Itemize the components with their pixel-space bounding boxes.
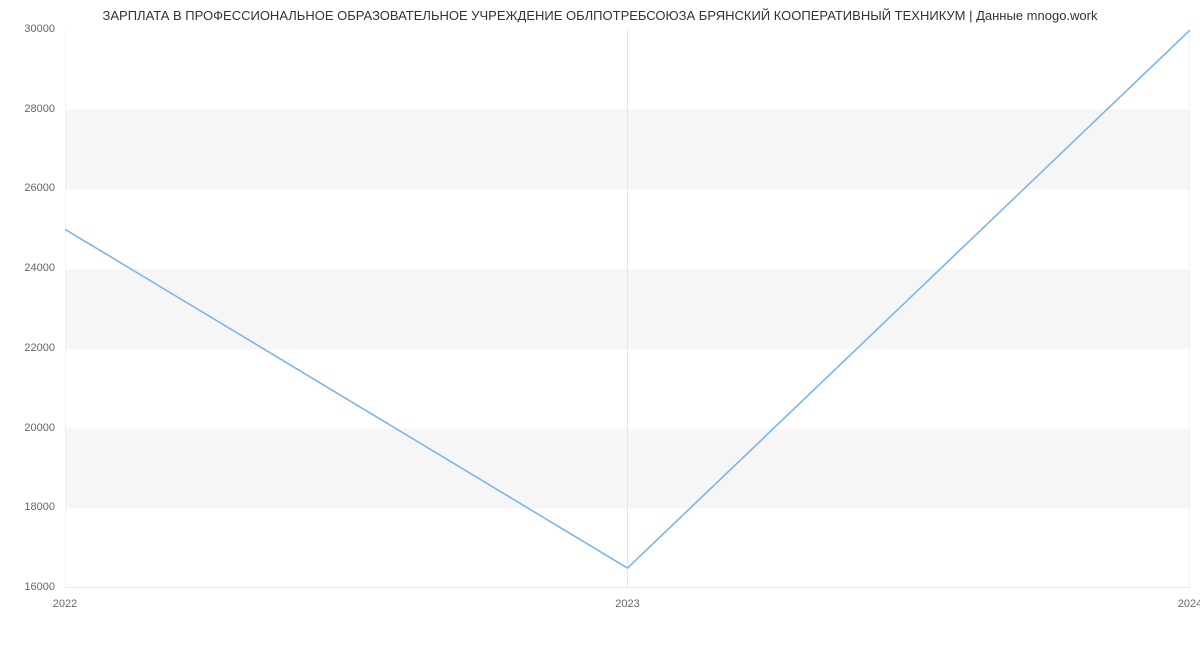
y-tick-label: 16000 (0, 581, 55, 593)
y-tick-label: 28000 (0, 103, 55, 115)
chart-title: ЗАРПЛАТА В ПРОФЕССИОНАЛЬНОЕ ОБРАЗОВАТЕЛЬ… (0, 8, 1200, 23)
plot-svg (65, 30, 1190, 588)
y-tick-label: 30000 (0, 23, 55, 35)
y-tick-label: 26000 (0, 182, 55, 194)
x-tick-label: 2024 (1178, 598, 1200, 610)
y-tick-label: 18000 (0, 501, 55, 513)
salary-line-chart: ЗАРПЛАТА В ПРОФЕССИОНАЛЬНОЕ ОБРАЗОВАТЕЛЬ… (0, 0, 1200, 620)
y-tick-label: 22000 (0, 342, 55, 354)
y-tick-label: 24000 (0, 262, 55, 274)
y-tick-label: 20000 (0, 422, 55, 434)
x-tick-label: 2023 (615, 598, 639, 610)
plot-area (65, 30, 1190, 588)
x-tick-label: 2022 (53, 598, 77, 610)
